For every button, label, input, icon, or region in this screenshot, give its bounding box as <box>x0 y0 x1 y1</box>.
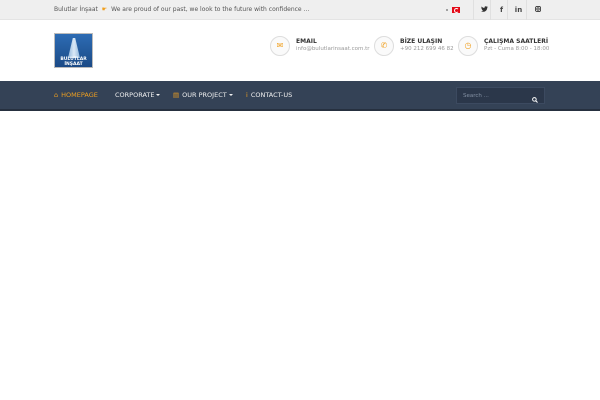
logo-line2: İNŞAAT <box>64 62 83 67</box>
contact-email-title: EMAIL <box>296 38 317 45</box>
contact-email-value[interactable]: info@bulutlarinsaat.com.tr <box>296 46 370 52</box>
contact-phone-value[interactable]: +90 212 699 46 82 <box>400 46 454 52</box>
contact-hours-title: ÇALIŞMA SAATLERİ <box>484 38 549 45</box>
chevron-down-icon <box>228 94 233 96</box>
language-dot <box>446 9 448 11</box>
instagram-icon[interactable] <box>526 0 548 20</box>
nav-item-homepage[interactable]: ⌂ HOMEPAGE <box>54 81 98 109</box>
search-icon <box>532 97 538 103</box>
nav-item-corporate-label: CORPORATE <box>115 91 155 99</box>
contact-phone-title: BİZE ULAŞIN <box>400 38 443 45</box>
nav-item-our-project-label: OUR PROJECT <box>182 91 227 99</box>
top-message-brand: Bulutlar İnşaat <box>54 6 98 13</box>
tower-graphic <box>68 38 80 58</box>
top-message: Bulutlar İnşaat ☛ We are proud of our pa… <box>54 0 309 20</box>
top-message-text: We are proud of our past, we look to the… <box>111 6 310 13</box>
chevron-down-icon <box>156 94 161 96</box>
header: BULUTLAR İNŞAAT ✉ EMAIL info@bulutlarins… <box>0 20 600 81</box>
building-icon: ▤ <box>173 91 180 99</box>
nav-item-homepage-label: HOMEPAGE <box>61 91 98 99</box>
turkish-flag-icon[interactable] <box>452 7 460 13</box>
main-navigation: ⌂ HOMEPAGE CORPORATE ▤ OUR PROJECT i CONTAC… <box>0 81 600 111</box>
clock-icon: ◷ <box>458 36 478 56</box>
phone-icon: ✆ <box>374 36 394 56</box>
logo-text: BULUTLAR İNŞAAT <box>55 57 92 67</box>
info-icon: i <box>246 91 248 99</box>
search-input[interactable] <box>457 88 527 103</box>
search-box <box>456 87 545 104</box>
language-switcher[interactable] <box>446 7 460 13</box>
nav-item-contact-us-label: CONTACT-US <box>250 91 293 99</box>
nav-item-contact-us[interactable]: i CONTACT-US <box>246 81 292 109</box>
home-icon: ⌂ <box>54 91 59 99</box>
hand-pointer-icon: ☛ <box>101 6 108 13</box>
envelope-icon: ✉ <box>270 36 290 56</box>
nav-item-our-project[interactable]: ▤ OUR PROJECT <box>173 81 233 109</box>
top-bar: Bulutlar İnşaat ☛ We are proud of our pa… <box>0 0 600 20</box>
company-logo[interactable]: BULUTLAR İNŞAAT <box>54 33 93 68</box>
nav-item-corporate[interactable]: CORPORATE <box>115 81 161 109</box>
search-button[interactable] <box>526 88 544 103</box>
contact-hours-value: Pzt - Cuma 8:00 - 18:00 <box>484 46 550 52</box>
